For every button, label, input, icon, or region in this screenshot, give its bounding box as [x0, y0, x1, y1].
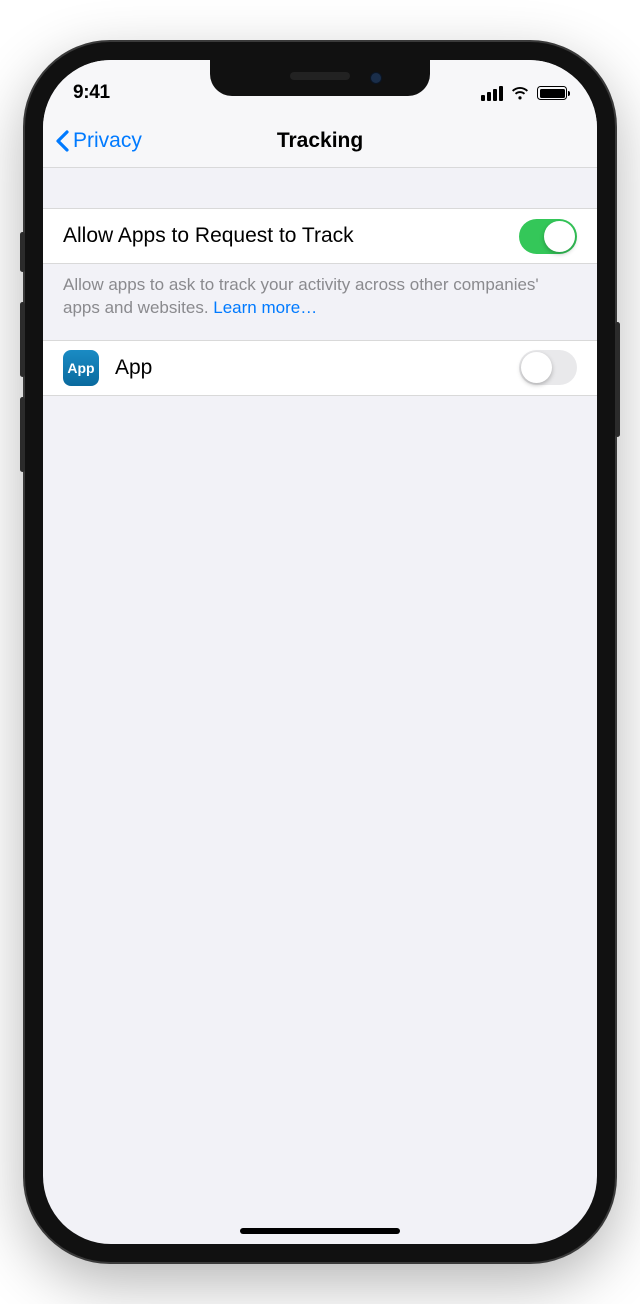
app-tracking-cell: App App: [43, 340, 597, 396]
allow-tracking-cell: Allow Apps to Request to Track: [43, 208, 597, 264]
page-title: Tracking: [277, 129, 363, 153]
allow-tracking-toggle[interactable]: [519, 219, 577, 254]
status-icons: [481, 86, 567, 101]
settings-content: Allow Apps to Request to Track Allow app…: [43, 168, 597, 396]
status-time: 9:41: [73, 82, 110, 104]
home-indicator[interactable]: [240, 1228, 400, 1234]
back-button[interactable]: Privacy: [55, 129, 142, 153]
app-name-label: App: [115, 356, 519, 380]
learn-more-link[interactable]: Learn more…: [213, 298, 317, 317]
cellular-icon: [481, 86, 503, 101]
allow-tracking-footer: Allow apps to ask to track your activity…: [43, 264, 597, 340]
screen: 9:41 Privacy Tracking: [43, 60, 597, 1244]
speaker: [290, 72, 350, 80]
volume-up-button: [20, 302, 25, 377]
chevron-left-icon: [55, 130, 69, 152]
allow-tracking-label: Allow Apps to Request to Track: [63, 224, 519, 248]
battery-icon: [537, 86, 567, 100]
navigation-bar: Privacy Tracking: [43, 114, 597, 168]
volume-down-button: [20, 397, 25, 472]
notch: [210, 60, 430, 96]
iphone-frame: 9:41 Privacy Tracking: [25, 42, 615, 1262]
back-label: Privacy: [73, 129, 142, 153]
front-camera: [370, 72, 382, 84]
app-icon: App: [63, 350, 99, 386]
power-button: [615, 322, 620, 437]
wifi-icon: [510, 86, 530, 101]
app-tracking-toggle[interactable]: [519, 350, 577, 385]
mute-switch: [20, 232, 25, 272]
